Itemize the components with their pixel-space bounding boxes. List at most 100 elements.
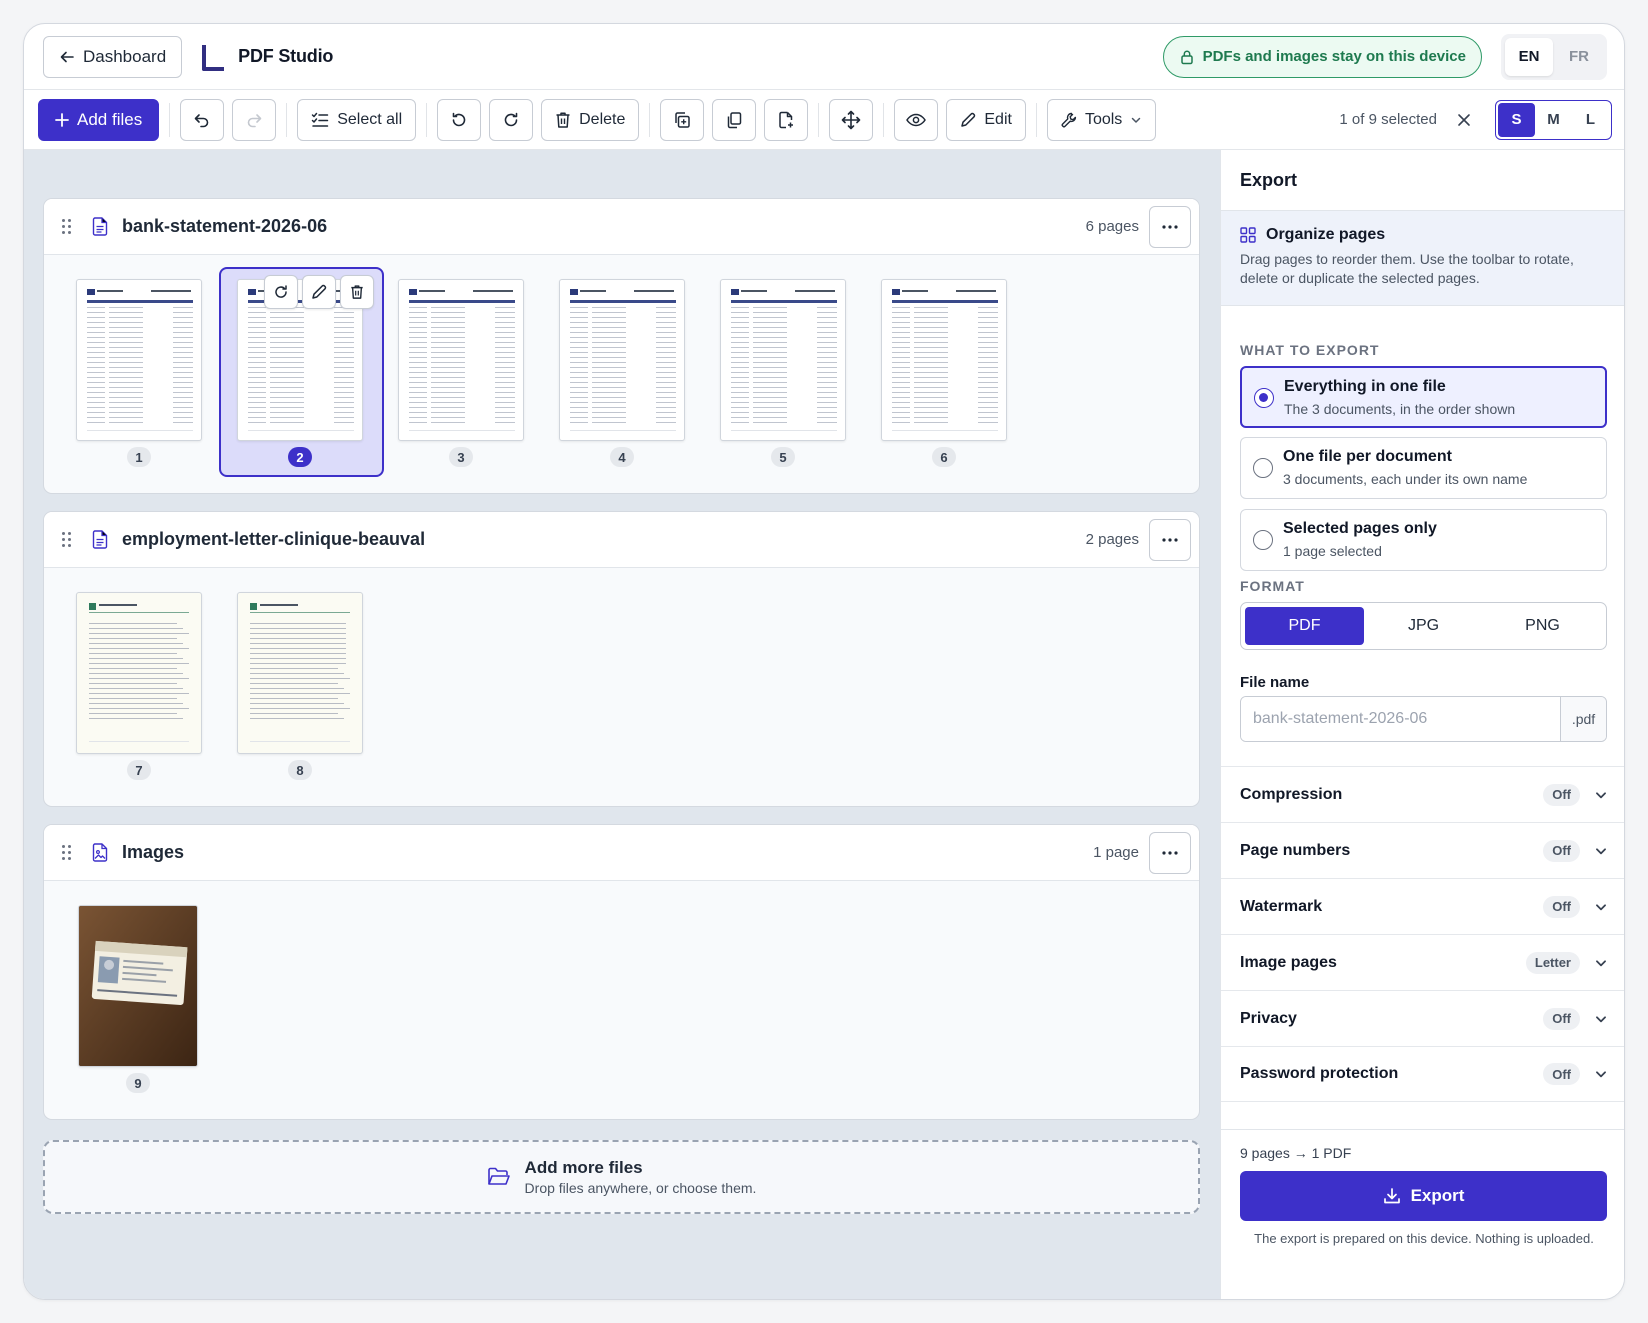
thumbnail-decoration (978, 422, 998, 423)
export-option-single-file[interactable]: Everything in one file The 3 documents, … (1240, 366, 1607, 428)
thumbnail-decoration (731, 342, 749, 343)
move-button[interactable] (829, 98, 874, 141)
thumbnail-decoration (87, 397, 105, 398)
add-files-button[interactable]: Add files (38, 98, 160, 141)
thumbnail-decoration (270, 382, 304, 383)
page-thumbnail[interactable] (237, 592, 363, 754)
thumbnail-decoration (495, 392, 515, 393)
image-thumbnail[interactable] (78, 905, 198, 1067)
thumbnail-decoration (109, 367, 143, 368)
file-name-input[interactable] (1241, 697, 1560, 741)
thumbnail-decoration (656, 312, 676, 313)
format-png[interactable]: PNG (1483, 607, 1602, 645)
export-option-selected-pages[interactable]: Selected pages only 1 page selected (1240, 509, 1607, 571)
size-l[interactable]: L (1572, 103, 1609, 137)
thumbnail-decoration (978, 357, 998, 358)
page-thumbnail[interactable] (76, 279, 202, 441)
dashboard-back-button[interactable]: Dashboard (43, 35, 183, 78)
document-more-button[interactable] (1149, 518, 1191, 561)
rotate-page-button[interactable] (264, 275, 298, 309)
thumbnail-decoration (431, 402, 465, 403)
thumbnail-decoration (817, 397, 837, 398)
document-more-button[interactable] (1149, 831, 1191, 874)
thumbnail-decoration (978, 347, 998, 348)
page-thumbnail[interactable] (881, 279, 1007, 441)
add-more-files-dropzone[interactable]: Add more files Drop files anywhere, or c… (43, 1140, 1200, 1214)
document-more-button[interactable] (1149, 205, 1191, 248)
size-s[interactable]: S (1498, 102, 1535, 137)
thumbnail-decoration (89, 703, 183, 704)
setting-title: Image pages (1240, 953, 1337, 971)
drag-handle-icon[interactable] (62, 844, 72, 861)
drag-handle-icon[interactable] (62, 531, 72, 548)
setting-privacy[interactable]: Privacy Off (1221, 990, 1624, 1046)
radio[interactable] (1253, 530, 1273, 550)
export-option-per-document[interactable]: One file per document 3 documents, each … (1240, 437, 1607, 499)
thumbnail-decoration (592, 407, 626, 408)
page-thumbnail[interactable] (720, 279, 846, 441)
tools-dropdown-button[interactable]: Tools (1046, 98, 1157, 141)
thumbnail-decoration (892, 430, 998, 431)
page-actions (264, 275, 374, 309)
page-thumbnail[interactable] (559, 279, 685, 441)
option-title: One file per document (1283, 448, 1452, 465)
thumbnail-decoration (817, 392, 837, 393)
thumbnail-decoration (570, 387, 588, 388)
thumbnail-decoration (892, 422, 910, 423)
toolbar-divider (169, 102, 171, 137)
thumbnail-decoration (334, 417, 354, 418)
edit-page-button[interactable] (302, 275, 336, 309)
thumbnail-decoration (914, 322, 948, 323)
copy-icon (728, 111, 742, 128)
thumbnail-decoration (656, 332, 676, 333)
format-jpg[interactable]: JPG (1364, 607, 1483, 645)
thumbnail-decoration (270, 407, 304, 408)
thumbnail-decoration (173, 322, 193, 323)
size-m[interactable]: M (1535, 103, 1572, 137)
drag-handle-icon[interactable] (62, 218, 72, 235)
lang-fr[interactable]: FR (1555, 38, 1603, 76)
thumbnail-decoration (892, 392, 910, 393)
radio-selected[interactable] (1254, 388, 1274, 408)
thumbnail-decoration (656, 337, 676, 338)
thumbnail-decoration (914, 342, 948, 343)
duplicate-button[interactable] (660, 98, 705, 141)
thumbnail-decoration (570, 337, 588, 338)
toolbar-divider (818, 102, 820, 137)
copy-pages-button[interactable] (712, 98, 757, 141)
delete-page-button[interactable] (340, 275, 374, 309)
setting-watermark[interactable]: Watermark Off (1221, 878, 1624, 934)
redo-button[interactable] (232, 98, 277, 141)
undo-button[interactable] (180, 98, 225, 141)
radio[interactable] (1253, 458, 1273, 478)
thumbnail-decoration (592, 342, 626, 343)
lang-en[interactable]: EN (1505, 37, 1553, 76)
chevron-down-icon (1596, 903, 1606, 910)
format-pdf[interactable]: PDF (1245, 607, 1364, 645)
page-grid: 9 (44, 881, 1199, 1113)
page-thumbnail[interactable] (398, 279, 524, 441)
preview-button[interactable] (894, 98, 939, 141)
clear-selection-button[interactable] (1453, 109, 1475, 131)
thumbnail-decoration (731, 332, 749, 333)
thumbnail-decoration (592, 417, 626, 418)
edit-button[interactable]: Edit (946, 98, 1026, 141)
setting-image-pages[interactable]: Image pages Letter (1221, 934, 1624, 990)
export-button-label: Export (1410, 1186, 1465, 1205)
delete-button[interactable]: Delete (541, 98, 640, 141)
setting-password-protection[interactable]: Password protection Off (1221, 1046, 1624, 1102)
select-all-button[interactable]: Select all (297, 98, 417, 141)
export-button[interactable]: Export (1240, 1171, 1607, 1221)
setting-compression[interactable]: Compression Off (1221, 766, 1624, 822)
thumbnail-decoration (817, 402, 837, 403)
rotate-left-button[interactable] (437, 98, 482, 141)
rotate-right-button[interactable] (489, 98, 534, 141)
thumbnail-decoration (592, 387, 626, 388)
page-thumbnail[interactable] (76, 592, 202, 754)
thumbnail-decoration (892, 412, 910, 413)
thumbnail-decoration (656, 317, 676, 318)
setting-page-numbers[interactable]: Page numbers Off (1221, 822, 1624, 878)
thumbnail-decoration (656, 392, 676, 393)
insert-page-button[interactable] (764, 98, 809, 141)
thumbnail-decoration (817, 317, 837, 318)
